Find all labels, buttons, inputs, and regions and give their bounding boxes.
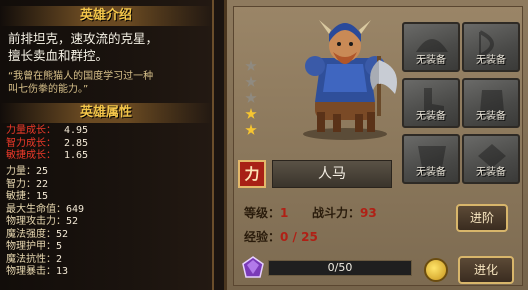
soul-stone-progress-text: 0/50 [327,261,353,274]
combat-power-label: 战斗力： [312,206,361,220]
slot-label: 无装备 [476,167,506,178]
hero-name: 人马 [272,160,392,188]
attr-agility: 敏捷：15 [6,191,49,202]
star-icon [245,76,257,87]
attribute-stats: 力量：25 智力：22 敏捷：15 最大生命值：649 物理攻击力：52 魔法强… [6,166,210,279]
equipment-slot-3[interactable]: 无装备 [402,78,460,128]
attr-strength: 力量：25 [6,166,49,177]
growth-stat-agility: 敏捷成长： 1.65 [6,150,89,161]
combat-power-row: 战斗力：93 [312,204,377,221]
description-line-1: 前排坦克，速攻流的克星， [8,31,159,46]
centaur-hero-portrait[interactable] [285,12,405,142]
hero-info-panel: 英雄介绍 前排坦克，速攻流的克星， 擅长卖血和群控。 “我曾在熊猫人的国度学习过… [0,0,214,290]
slot-label: 无装备 [476,111,506,122]
attr-physical-crit: 物理暴击：13 [6,266,69,277]
exp-label: 经验： [244,230,281,244]
equipment-slot-5[interactable]: 无装备 [402,134,460,184]
equipment-slot-1[interactable]: 无装备 [402,22,460,72]
coin-icon [424,258,448,282]
evolve-button[interactable]: 进化 [458,256,514,284]
attr-armor: 物理护甲：5 [6,241,63,252]
equipment-slot-6[interactable]: 无装备 [462,134,520,184]
attr-physical-attack: 物理攻击力：52 [6,216,79,227]
equipment-slot-4[interactable]: 无装备 [462,78,520,128]
attr-max-hp: 最大生命值：649 [6,203,85,215]
level-row: 等级：1 [244,204,288,221]
star-icon [245,92,257,103]
hero-description: 前排坦克，速攻流的克星， 擅长卖血和群控。 [8,30,208,64]
star-icon [245,108,257,119]
level-label: 等级： [244,206,281,220]
slot-label: 无装备 [476,55,506,66]
attr-section-header: 英雄属性 [0,103,212,123]
growth-stat-strength: 力量成长： 4.95 [6,125,89,136]
star-icon [245,60,257,71]
star-icon [245,124,257,135]
star-rating [245,60,259,140]
attr-section-title: 英雄属性 [79,105,132,120]
slot-label: 无装备 [416,55,446,66]
slot-label: 无装备 [416,167,446,178]
attr-magic-power: 魔法强度：52 [6,228,69,240]
quote-line-2: 叫七伤拳的能力。” [8,84,89,95]
exp-value: 0 / 25 [280,230,318,244]
strength-type-badge: 力 [238,160,266,188]
intro-section-title: 英雄介绍 [79,8,132,23]
hero-quote: “我曾在熊猫人的国度学习过一种 叫七伤拳的能力。” [8,70,208,96]
slot-label: 无装备 [416,111,446,122]
growth-stat-intelligence: 智力成长： 2.85 [6,137,89,149]
exp-row: 经验：0 / 25 [244,228,318,245]
hero-detail-screen: 英雄介绍 前排坦克，速攻流的克星， 擅长卖血和群控。 “我曾在熊猫人的国度学习过… [0,0,528,290]
combat-power-value: 93 [360,206,377,220]
equipment-slot-2[interactable]: 无装备 [462,22,520,72]
attr-intelligence: 智力：22 [6,178,49,190]
advance-button[interactable]: 进阶 [456,204,508,232]
soul-stone-progress-bar: 0/50 [268,260,412,276]
soul-stone-icon [242,256,264,278]
level-value: 1 [280,206,289,220]
quote-line-1: “我曾在熊猫人的国度学习过一种 [8,71,154,82]
description-line-2: 擅长卖血和群控。 [8,48,109,63]
growth-stats: 力量成长： 4.95 智力成长： 2.85 敏捷成长： 1.65 [6,125,210,163]
attr-magic-resist: 魔法抗性：2 [6,253,63,265]
intro-section-header: 英雄介绍 [0,6,212,26]
